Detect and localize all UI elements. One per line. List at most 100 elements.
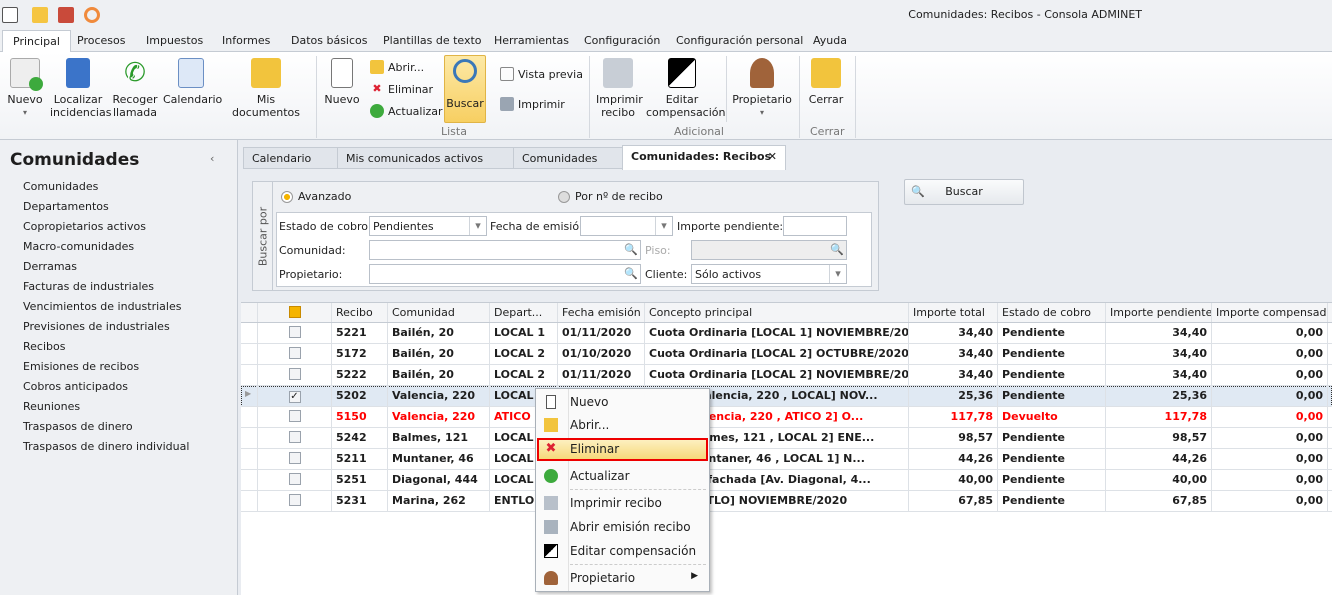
row-checkbox[interactable]: ✓: [258, 386, 332, 407]
table-row[interactable]: 5222 Bailén, 20 LOCAL 2 01/11/2020 Cuota Ord…: [241, 365, 1332, 386]
row-checkbox[interactable]: [258, 491, 332, 512]
nav-item[interactable]: Emisiones de recibos: [23, 360, 139, 373]
nav-item[interactable]: Vencimientos de industriales: [23, 300, 181, 313]
column-header[interactable]: Recibo: [332, 303, 388, 322]
row-checkbox[interactable]: [258, 470, 332, 491]
column-header[interactable]: Importe total: [909, 303, 998, 322]
recoger-llamada-button[interactable]: ✆ Recoger llamada: [112, 58, 158, 119]
cell-total: 34,40: [909, 365, 998, 386]
nav-item[interactable]: Derramas: [23, 260, 77, 273]
nav-item[interactable]: Copropietarios activos: [23, 220, 146, 233]
lista-nuevo-button[interactable]: Nuevo: [324, 58, 360, 106]
ctx-eliminar[interactable]: ✖ Eliminar: [537, 438, 708, 461]
nav-item[interactable]: Recibos: [23, 340, 65, 353]
table-row[interactable]: 5242 Balmes, 121 LOCAL naria [Balmes, 121 ,…: [241, 428, 1332, 449]
imprimir-recibo-button[interactable]: Imprimir recibo: [596, 58, 643, 119]
table-row[interactable]: 5211 Muntaner, 46 LOCAL naria [Muntaner, 46…: [241, 449, 1332, 470]
tab-procesos[interactable]: Procesos: [77, 34, 125, 47]
tab-informes[interactable]: Informes: [222, 34, 270, 47]
column-header[interactable]: Depart...: [490, 303, 558, 322]
tab-configuracion-personal[interactable]: Configuración personal: [676, 34, 803, 47]
row-checkbox[interactable]: [258, 449, 332, 470]
editar-compensacion-button[interactable]: Editar compensación: [646, 58, 726, 119]
search-icon[interactable]: 🔍: [624, 243, 638, 256]
comunidad-input[interactable]: 🔍: [369, 240, 641, 260]
nav-item[interactable]: Departamentos: [23, 200, 109, 213]
row-indicator: [241, 323, 258, 344]
tab-impuestos[interactable]: Impuestos: [146, 34, 203, 47]
mis-documentos-button[interactable]: Mis documentos: [226, 58, 306, 119]
abrir-button[interactable]: Abrir...: [370, 60, 424, 74]
select-all-checkbox[interactable]: [258, 303, 332, 322]
nuevo-button[interactable]: Nuevo ▾: [6, 58, 44, 119]
tab-herramientas[interactable]: Herramientas: [494, 34, 569, 47]
row-checkbox[interactable]: [258, 407, 332, 428]
tab-principal[interactable]: Principal: [2, 30, 71, 53]
column-header[interactable]: Comunidad: [388, 303, 490, 322]
estado-select[interactable]: Pendientes: [369, 216, 487, 236]
column-header[interactable]: Importe pendiente: [1106, 303, 1212, 322]
nav-item[interactable]: Reuniones: [23, 400, 80, 413]
row-checkbox[interactable]: [258, 428, 332, 449]
table-row[interactable]: 5221 Bailén, 20 LOCAL 1 01/11/2020 Cuota Ord…: [241, 323, 1332, 344]
signal-icon[interactable]: [84, 7, 100, 23]
tab-datos-basicos[interactable]: Datos básicos: [291, 34, 368, 47]
collapse-chevron-icon[interactable]: ‹: [210, 152, 214, 165]
doc-tab-calendario[interactable]: Calendario: [243, 147, 338, 169]
column-header[interactable]: Concepto principal: [645, 303, 909, 322]
ctx-imprimir-recibo[interactable]: Imprimir recibo: [537, 492, 708, 514]
fecha-select[interactable]: [580, 216, 673, 236]
localizar-incidencias-button[interactable]: Localizar incidencias: [50, 58, 111, 119]
radio-avanzado[interactable]: Avanzado: [281, 190, 351, 203]
buscar-button[interactable]: 🔍 Buscar: [904, 179, 1024, 205]
doc-tab-comunicados[interactable]: Mis comunicados activos: [337, 147, 514, 169]
calendario-button[interactable]: Calendario: [163, 58, 222, 106]
tab-configuracion[interactable]: Configuración: [584, 34, 660, 47]
nav-item[interactable]: Previsiones de industriales: [23, 320, 170, 333]
app-icon[interactable]: [2, 7, 18, 23]
ctx-abrir[interactable]: Abrir...: [537, 414, 708, 436]
vista-previa-button[interactable]: Vista previa: [500, 67, 583, 81]
close-tab-icon[interactable]: ✕: [768, 150, 777, 163]
ctx-actualizar[interactable]: Actualizar: [537, 465, 708, 487]
column-header[interactable]: [1328, 303, 1332, 322]
ctx-abrir-emision[interactable]: Abrir emisión recibo: [537, 516, 708, 538]
row-checkbox[interactable]: [258, 323, 332, 344]
column-header[interactable]: Importe compensado: [1212, 303, 1328, 322]
ctx-propietario[interactable]: Propietario ▶: [537, 567, 708, 589]
tab-plantillas[interactable]: Plantillas de texto: [383, 34, 482, 47]
mail-icon[interactable]: [32, 7, 48, 23]
importe-input[interactable]: [783, 216, 847, 236]
table-row[interactable]: ▶ ✓ 5202 Valencia, 220 LOCAL narias [Valencia…: [241, 386, 1332, 407]
propietario-input[interactable]: 🔍: [369, 264, 641, 284]
nav-item[interactable]: Traspasos de dinero individual: [23, 440, 189, 453]
doc-tab-recibos[interactable]: Comunidades: Recibos ✕: [622, 145, 786, 170]
column-header[interactable]: Estado de cobro: [998, 303, 1106, 322]
doc-tab-comunidades[interactable]: Comunidades: [513, 147, 623, 169]
table-row[interactable]: 5150 Valencia, 220 ATICO naria [Valencia, 2…: [241, 407, 1332, 428]
row-checkbox[interactable]: [258, 344, 332, 365]
nav-item[interactable]: Comunidades: [23, 180, 98, 193]
nav-item[interactable]: Macro-comunidades: [23, 240, 134, 253]
row-checkbox[interactable]: [258, 365, 332, 386]
nav-item[interactable]: Facturas de industriales: [23, 280, 154, 293]
cliente-select[interactable]: Sólo activos: [691, 264, 847, 284]
nav-item[interactable]: Cobros anticipados: [23, 380, 128, 393]
table-row[interactable]: 5172 Bailén, 20 LOCAL 2 01/10/2020 Cuota Ord…: [241, 344, 1332, 365]
propietario-button[interactable]: Propietario ▾: [732, 58, 792, 119]
buscar-ribbon-button[interactable]: Buscar: [444, 55, 486, 123]
imprimir-button[interactable]: Imprimir: [500, 97, 565, 111]
radio-numero-recibo[interactable]: Por nº de recibo: [558, 190, 663, 203]
table-row[interactable]: 5251 Diagonal, 444 LOCAL ra Pintar fachada …: [241, 470, 1332, 491]
ctx-nuevo[interactable]: Nuevo: [537, 391, 708, 413]
clipboard-icon[interactable]: [58, 7, 74, 23]
table-row[interactable]: 5231 Marina, 262 ENTLO naria [ENTLO] NOVIEM…: [241, 491, 1332, 512]
search-icon[interactable]: 🔍: [624, 267, 638, 280]
nav-item[interactable]: Traspasos de dinero: [23, 420, 133, 433]
eliminar-button[interactable]: ✖ Eliminar: [370, 82, 433, 96]
actualizar-button[interactable]: Actualizar: [370, 104, 443, 118]
cerrar-button[interactable]: Cerrar: [806, 58, 846, 106]
column-header[interactable]: Fecha emisión: [558, 303, 645, 322]
tab-ayuda[interactable]: Ayuda: [813, 34, 847, 47]
ctx-editar-compensacion[interactable]: Editar compensación: [537, 540, 708, 562]
